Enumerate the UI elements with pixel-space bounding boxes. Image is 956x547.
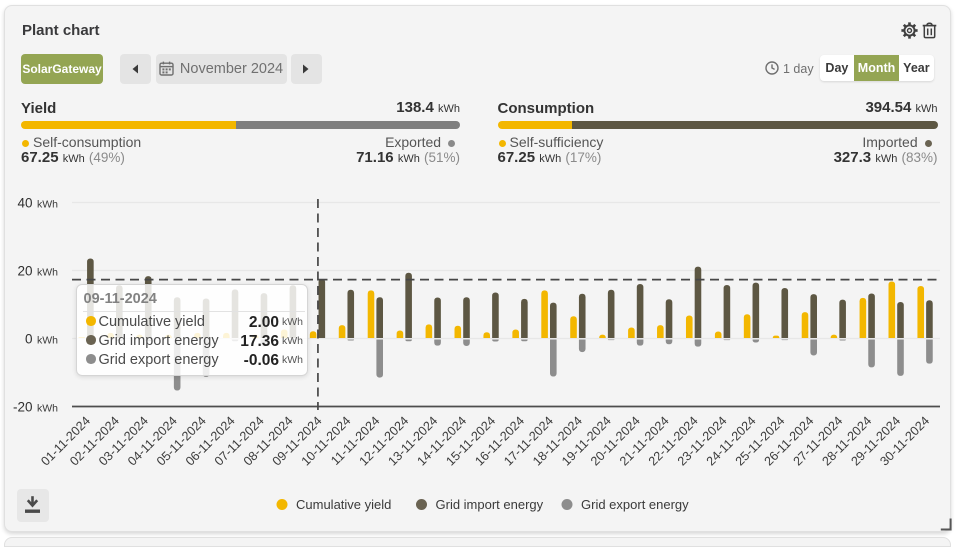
svg-text:20: 20 <box>17 263 32 278</box>
svg-text:0: 0 <box>25 331 33 346</box>
svg-text:kWh: kWh <box>37 402 58 414</box>
svg-text:Grid export energy: Grid export energy <box>581 497 689 512</box>
svg-text:Cumulative yield: Cumulative yield <box>296 497 391 512</box>
svg-text:kWh: kWh <box>37 334 58 346</box>
svg-text:kWh: kWh <box>37 198 58 210</box>
svg-text:Grid import energy: Grid import energy <box>436 497 544 512</box>
svg-text:-20: -20 <box>13 399 33 414</box>
svg-text:40: 40 <box>17 195 32 210</box>
svg-text:kWh: kWh <box>37 266 58 278</box>
